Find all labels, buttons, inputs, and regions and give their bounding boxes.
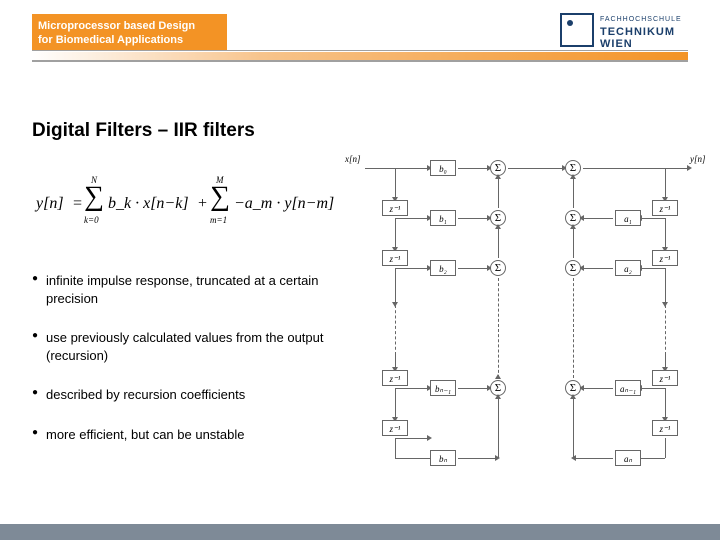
sigma1-icon: ∑ bbox=[84, 181, 104, 213]
delay-box: z⁻¹ bbox=[652, 370, 678, 386]
sigma2-icon: ∑ bbox=[210, 181, 230, 213]
coef-b0-box: b₀ bbox=[430, 160, 456, 176]
slide-footer-bar bbox=[0, 524, 720, 540]
wire bbox=[395, 438, 428, 439]
formula-lhs: y[n] bbox=[36, 195, 64, 213]
wire bbox=[395, 458, 430, 459]
wire-dashed bbox=[498, 278, 499, 378]
coef-b1-box: b₁ bbox=[430, 210, 456, 226]
sum1-upper: N bbox=[91, 175, 97, 185]
wire bbox=[498, 228, 499, 258]
list-item: more efficient, but can be unstable bbox=[32, 426, 332, 444]
wire bbox=[458, 268, 488, 269]
wire bbox=[395, 355, 396, 368]
header-rule-thin bbox=[32, 50, 688, 51]
wire bbox=[498, 178, 499, 208]
delay-box: z⁻¹ bbox=[382, 200, 408, 216]
delay-box: z⁻¹ bbox=[382, 370, 408, 386]
sum2-lower: m=1 bbox=[210, 215, 227, 225]
wire bbox=[395, 388, 396, 418]
slide-header: Microprocessor based Design for Biomedic… bbox=[0, 0, 720, 60]
course-title-line2: for Biomedical Applications bbox=[32, 33, 227, 47]
wire bbox=[508, 168, 563, 169]
wire bbox=[395, 168, 396, 198]
wire bbox=[458, 458, 496, 459]
wire bbox=[583, 268, 613, 269]
wire bbox=[573, 228, 574, 258]
list-item: infinite impulse response, truncated at … bbox=[32, 272, 332, 307]
course-title-bar: Microprocessor based Design for Biomedic… bbox=[32, 14, 227, 50]
coef-a2-box: a₂ bbox=[615, 260, 641, 276]
list-item: described by recursion coefficients bbox=[32, 386, 332, 404]
coef-bn1-box: bₙ₋₁ bbox=[430, 380, 456, 396]
coef-a1-box: a₁ bbox=[615, 210, 641, 226]
wire bbox=[458, 218, 488, 219]
formula-plus: + bbox=[198, 195, 207, 213]
logo-line1: FACHHOCHSCHULE bbox=[600, 16, 682, 23]
sum1-lower: k=0 bbox=[84, 215, 99, 225]
wire bbox=[575, 458, 613, 459]
coef-an1-box: aₙ₋₁ bbox=[615, 380, 641, 396]
wire bbox=[665, 268, 666, 303]
sum-node: Σ bbox=[490, 260, 506, 276]
wire bbox=[641, 458, 665, 459]
wire bbox=[665, 388, 666, 418]
wire bbox=[641, 268, 665, 269]
wire bbox=[665, 355, 666, 368]
wire bbox=[498, 398, 499, 458]
sum-node: Σ bbox=[565, 260, 581, 276]
delay-box: z⁻¹ bbox=[382, 250, 408, 266]
header-rule-thick bbox=[32, 60, 688, 62]
delay-box: z⁻¹ bbox=[652, 420, 678, 436]
coef-b2-box: b₂ bbox=[430, 260, 456, 276]
slide: Microprocessor based Design for Biomedic… bbox=[0, 0, 720, 540]
logo-icon bbox=[560, 13, 594, 47]
wire bbox=[665, 168, 666, 198]
sum2-upper: M bbox=[216, 175, 224, 185]
wire bbox=[573, 178, 574, 208]
wire bbox=[458, 388, 488, 389]
wire bbox=[641, 388, 665, 389]
wire bbox=[583, 168, 688, 169]
iir-formula: y[n] = ∑ N k=0 b_k · x[n−k] + ∑ M m=1 −a… bbox=[30, 175, 320, 235]
wire bbox=[395, 218, 396, 248]
iir-block-diagram: x[n] y[n] b₀ Σ Σ z⁻¹ z⁻¹ z⁻¹ z⁻¹ b₁ Σ b₂… bbox=[340, 150, 710, 480]
wire bbox=[458, 168, 488, 169]
wire-dashed bbox=[573, 278, 574, 378]
output-label: y[n] bbox=[690, 154, 706, 164]
wire bbox=[395, 218, 428, 219]
delay-box: z⁻¹ bbox=[382, 420, 408, 436]
wire bbox=[583, 218, 613, 219]
delay-box: z⁻¹ bbox=[652, 250, 678, 266]
wire-dashed bbox=[395, 305, 396, 355]
wire bbox=[665, 218, 666, 248]
wire bbox=[665, 438, 666, 458]
page-title: Digital Filters – IIR filters bbox=[32, 120, 255, 142]
coef-bn-box: bₙ bbox=[430, 450, 456, 466]
list-item: use previously calculated values from th… bbox=[32, 329, 332, 364]
wire bbox=[365, 168, 428, 169]
wire bbox=[395, 438, 396, 458]
wire bbox=[573, 398, 574, 458]
technikum-wien-logo: FACHHOCHSCHULE TECHNIKUM WIEN bbox=[560, 10, 690, 50]
wire-dashed bbox=[665, 305, 666, 355]
formula-term2: −a_m · y[n−m] bbox=[234, 195, 334, 213]
course-title-line1: Microprocessor based Design bbox=[32, 14, 227, 33]
logo-line2: TECHNIKUM WIEN bbox=[600, 26, 690, 50]
wire bbox=[583, 388, 613, 389]
bullet-list: infinite impulse response, truncated at … bbox=[32, 272, 332, 465]
delay-box: z⁻¹ bbox=[652, 200, 678, 216]
wire bbox=[395, 268, 396, 303]
coef-an-box: aₙ bbox=[615, 450, 641, 466]
input-label: x[n] bbox=[345, 154, 361, 164]
header-gradient bbox=[32, 52, 688, 60]
formula-eq: = bbox=[72, 195, 83, 213]
formula-term1: b_k · x[n−k] bbox=[108, 195, 189, 213]
wire bbox=[395, 388, 428, 389]
wire bbox=[395, 268, 428, 269]
wire bbox=[641, 218, 665, 219]
